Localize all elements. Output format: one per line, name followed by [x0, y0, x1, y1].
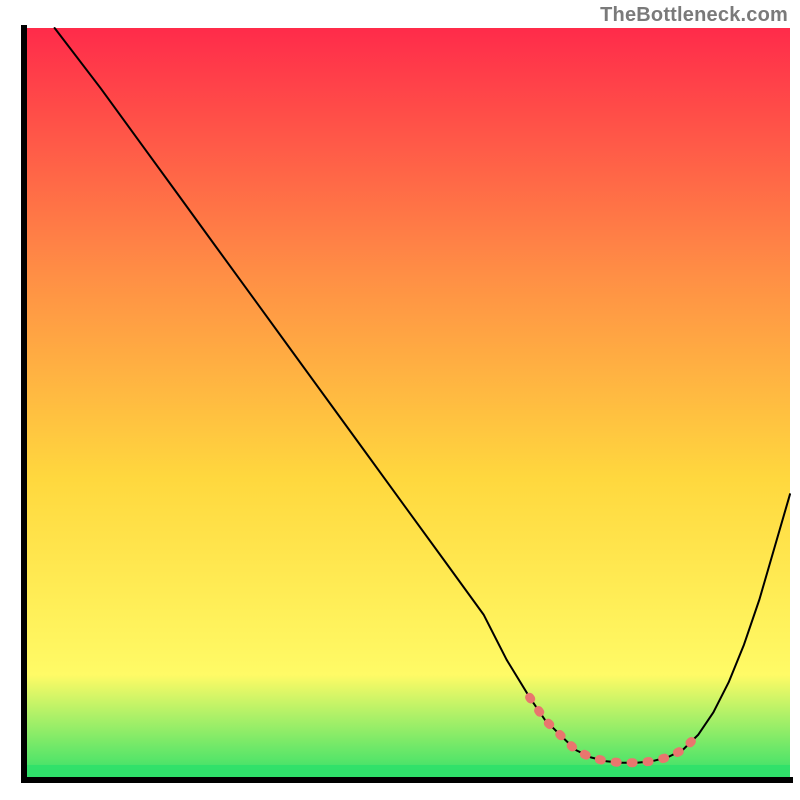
bottleneck-chart: [0, 0, 800, 800]
chart-container: TheBottleneck.com: [0, 0, 800, 800]
